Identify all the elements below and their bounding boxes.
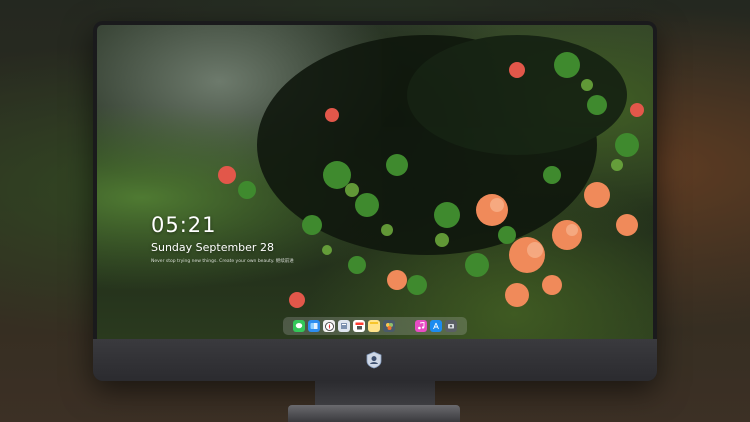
calendar-icon[interactable] xyxy=(353,320,365,332)
lockscreen-quote: Never stop trying new things. Create you… xyxy=(151,259,294,264)
music-icon[interactable] xyxy=(415,320,427,332)
desktop-screen: 05:21 Sunday September 28 Never stop try… xyxy=(97,25,653,339)
wallpaper-foliage xyxy=(218,35,644,308)
photos-icon[interactable] xyxy=(383,320,395,332)
monitor: 05:21 Sunday September 28 Never stop try… xyxy=(93,21,657,381)
messages-icon[interactable] xyxy=(293,320,305,332)
logo-icon xyxy=(366,351,382,369)
lockscreen-time: 05:21 xyxy=(151,213,217,237)
files-icon[interactable] xyxy=(338,320,350,332)
monitor-stand-base xyxy=(288,405,460,422)
finder-icon[interactable] xyxy=(308,320,320,332)
screenshot-icon[interactable] xyxy=(445,320,457,332)
dock-spacer xyxy=(398,320,412,332)
lockscreen-date: Sunday September 28 xyxy=(151,241,274,254)
app-store-icon[interactable] xyxy=(430,320,442,332)
notes-icon[interactable] xyxy=(368,320,380,332)
dock xyxy=(283,317,467,335)
safari-icon[interactable] xyxy=(323,320,335,332)
